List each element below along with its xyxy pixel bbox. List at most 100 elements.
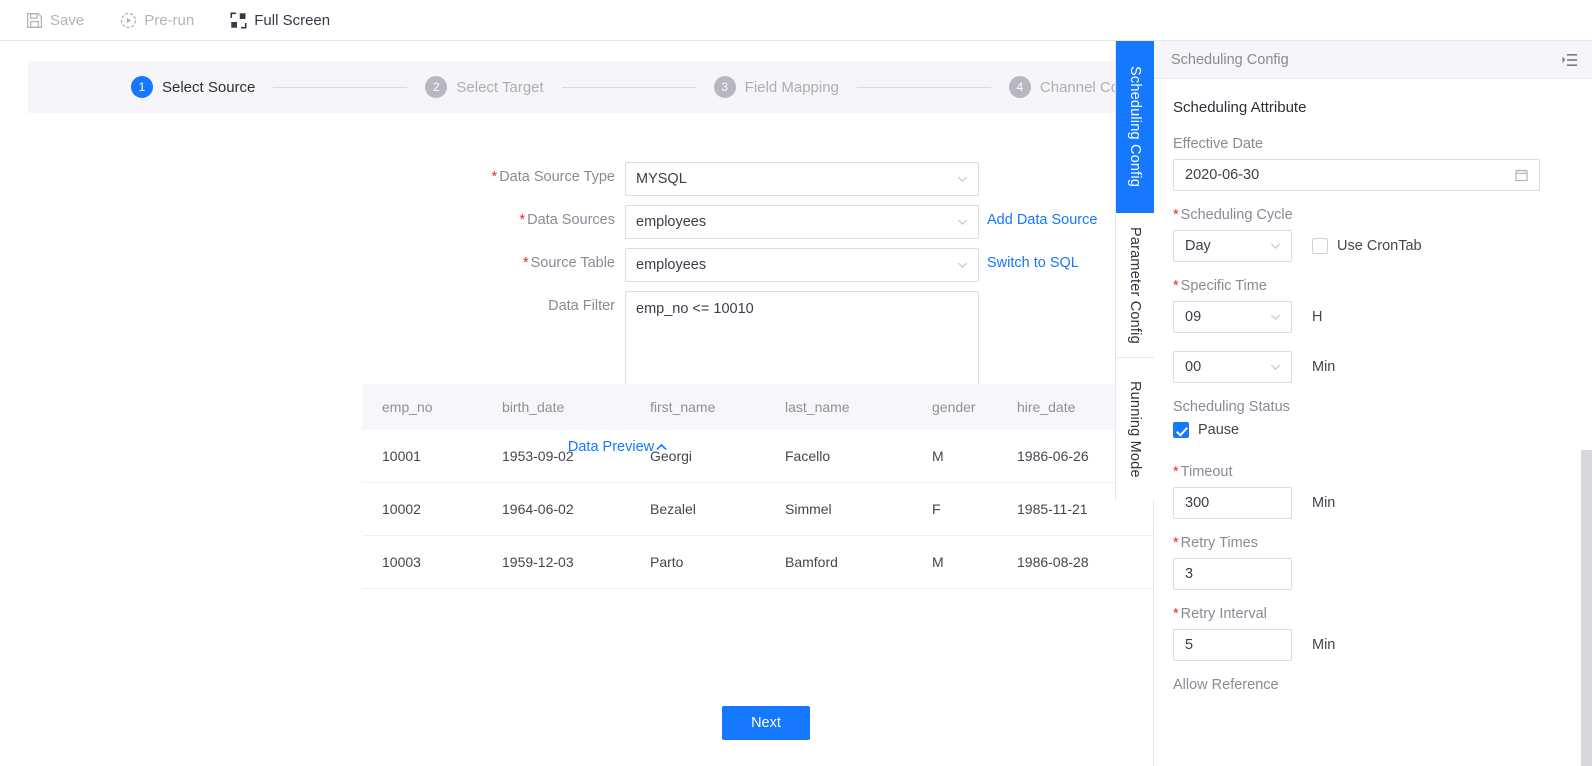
step-number: 4 <box>1008 76 1031 98</box>
rail-tab-parameter-config[interactable]: Parameter Config <box>1116 213 1154 358</box>
timeout-value: 300 <box>1185 495 1210 511</box>
chevron-down-icon <box>1271 364 1280 370</box>
source-table-value: employees <box>636 257 707 273</box>
field-retry-interval: * Retry Interval 5 Min <box>1173 606 1592 661</box>
table-row[interactable]: 10001 1953-09-02 Georgi Facello M 1986-0… <box>362 430 1157 483</box>
field-source-table: * Source Table employees Switch to SQL <box>0 248 1160 282</box>
chevron-down-icon <box>958 176 967 182</box>
panel-header: Scheduling Config <box>1154 41 1592 79</box>
step-label: Select Source <box>162 78 256 96</box>
pause-checkbox[interactable]: Pause <box>1173 422 1592 438</box>
retry-interval-input[interactable]: 5 <box>1173 629 1292 661</box>
cell: Simmel <box>785 501 832 517</box>
step-connector <box>561 86 696 88</box>
menu-fold-icon[interactable] <box>1562 53 1578 67</box>
rail-tab-label: Parameter Config <box>1127 226 1143 344</box>
scheduling-status-label: Scheduling Status <box>1173 399 1290 415</box>
column-header: last_name <box>785 399 850 415</box>
step-field-mapping[interactable]: 3 Field Mapping <box>713 76 839 98</box>
data-sources-select[interactable]: employees <box>625 205 979 239</box>
step-label: Field Mapping <box>744 78 839 96</box>
field-scheduling-cycle: * Scheduling Cycle Day Use CronTab <box>1173 207 1592 262</box>
rail-tab-scheduling-config[interactable]: Scheduling Config <box>1116 41 1154 213</box>
panel-title: Scheduling Config <box>1171 51 1289 68</box>
next-button[interactable]: Next <box>722 706 810 740</box>
required-asterisk: * <box>1173 464 1179 480</box>
required-asterisk: * <box>491 169 498 185</box>
column-header: first_name <box>650 399 716 415</box>
required-asterisk: * <box>1173 278 1179 294</box>
field-retry-times: * Retry Times 3 <box>1173 535 1592 590</box>
wizard-stepper: 1 Select Source 2 Select Target 3 Field … <box>28 61 1182 113</box>
specific-time-hour-select[interactable]: 09 <box>1173 301 1292 333</box>
retry-interval-unit-label: Min <box>1312 637 1336 653</box>
column-header: emp_no <box>382 399 433 415</box>
retry-interval-value: 5 <box>1185 637 1194 653</box>
save-label: Save <box>50 11 85 29</box>
panel-body: Scheduling Attribute Effective Date 2020… <box>1154 79 1592 693</box>
switch-to-sql-link[interactable]: Switch to SQL <box>987 248 1079 271</box>
full-screen-label: Full Screen <box>254 11 331 29</box>
cell: 10001 <box>382 448 421 464</box>
pre-run-button[interactable]: Pre-run <box>120 12 194 29</box>
add-data-source-link[interactable]: Add Data Source <box>987 205 1097 228</box>
cell: 1959-12-03 <box>502 554 574 570</box>
table-row[interactable]: 10002 1964-06-02 Bezalel Simmel F 1985-1… <box>362 483 1157 536</box>
effective-date-input[interactable]: 2020-06-30 <box>1173 159 1540 191</box>
cell: 1953-09-02 <box>502 448 574 464</box>
cell: Parto <box>650 554 684 570</box>
full-screen-button[interactable]: Full Screen <box>230 12 330 29</box>
cell: 1985-11-21 <box>1017 501 1088 517</box>
step-connector <box>856 86 991 88</box>
use-crontab-label: Use CronTab <box>1337 238 1422 254</box>
use-crontab-checkbox[interactable]: Use CronTab <box>1312 238 1422 254</box>
pause-label: Pause <box>1198 422 1240 438</box>
step-select-target[interactable]: 2 Select Target <box>425 76 544 98</box>
step-number: 1 <box>131 76 153 98</box>
effective-date-value: 2020-06-30 <box>1185 167 1260 183</box>
scheduling-cycle-label: * Scheduling Cycle <box>1173 207 1293 223</box>
cell: Bamford <box>785 554 838 570</box>
required-asterisk: * <box>1173 606 1179 622</box>
chevron-down-icon <box>1271 243 1280 249</box>
data-filter-value: emp_no <= 10010 <box>636 301 754 317</box>
required-asterisk: * <box>1173 535 1179 551</box>
source-table-select[interactable]: employees <box>625 248 979 282</box>
data-source-type-value: MYSQL <box>636 171 687 187</box>
rail-tab-label: Running Mode <box>1127 380 1143 478</box>
save-button[interactable]: Save <box>26 12 84 29</box>
checkbox-box <box>1312 238 1328 254</box>
cell: Bezalel <box>650 501 696 517</box>
table-row[interactable]: 10003 1959-12-03 Parto Bamford M 1986-08… <box>362 536 1157 589</box>
scheduling-config-panel: Scheduling Config Scheduling Attribute E… <box>1153 41 1592 766</box>
page-scrollbar[interactable] <box>1581 450 1592 766</box>
data-sources-value: employees <box>636 214 707 230</box>
data-filter-label: Data Filter <box>548 298 615 314</box>
step-select-source[interactable]: 1 Select Source <box>131 76 255 98</box>
field-scheduling-status: Scheduling Status Pause <box>1173 399 1592 438</box>
rail-tab-label: Scheduling Config <box>1127 65 1143 188</box>
play-circle-icon <box>121 12 137 28</box>
timeout-label: * Timeout <box>1173 464 1233 480</box>
step-connector <box>273 86 408 88</box>
timeout-input[interactable]: 300 <box>1173 487 1292 519</box>
cell: 1964-06-02 <box>502 501 574 517</box>
data-source-type-select[interactable]: MYSQL <box>625 162 979 196</box>
specific-time-minute-select[interactable]: 00 <box>1173 351 1292 383</box>
retry-times-value: 3 <box>1185 566 1194 582</box>
specific-time-label: * Specific Time <box>1173 278 1267 294</box>
scheduling-cycle-select[interactable]: Day <box>1173 230 1292 262</box>
retry-times-input[interactable]: 3 <box>1173 558 1292 590</box>
cell: M <box>932 554 944 570</box>
rail-tab-running-mode[interactable]: Running Mode <box>1116 358 1154 500</box>
field-specific-time: * Specific Time 09 H 00 Min <box>1173 278 1592 383</box>
allow-reference-label: Allow Reference <box>1173 677 1279 693</box>
retry-times-label: * Retry Times <box>1173 535 1258 551</box>
retry-interval-label: * Retry Interval <box>1173 606 1267 622</box>
field-effective-date: Effective Date 2020-06-30 <box>1173 136 1592 191</box>
data-sources-label: * Data Sources <box>519 212 615 228</box>
chevron-down-icon <box>958 262 967 268</box>
required-asterisk: * <box>522 255 529 271</box>
data-preview-table: emp_no birth_date first_name last_name g… <box>362 384 1157 589</box>
pre-run-label: Pre-run <box>144 11 195 29</box>
